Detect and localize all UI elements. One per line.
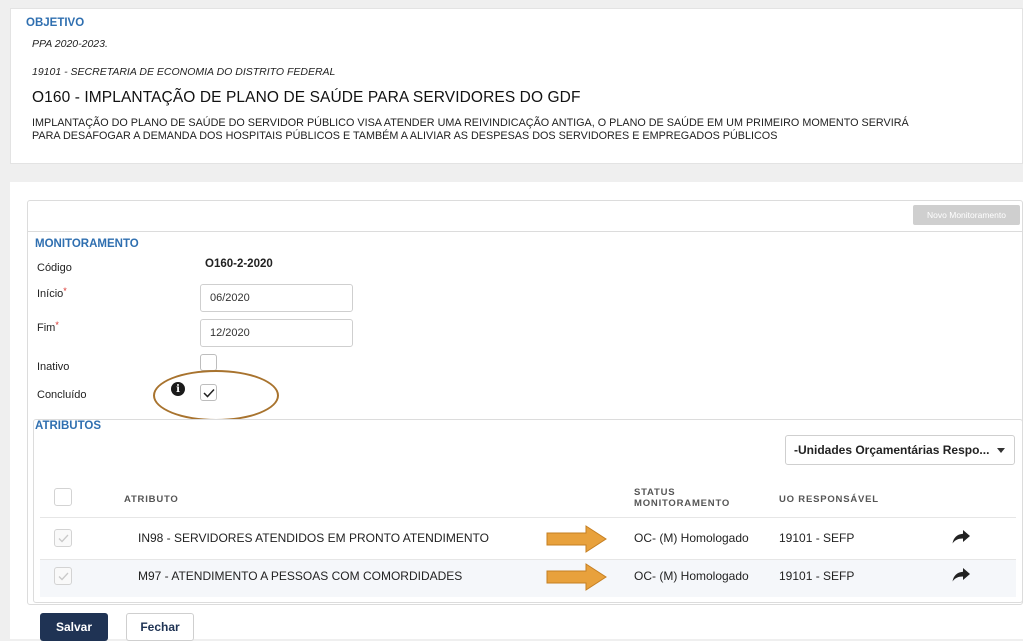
- caret-down-icon: [997, 448, 1005, 453]
- dropdown-selected-value: -Unidades Orçamentárias Respo...: [794, 443, 990, 457]
- checkmark-icon: [58, 534, 68, 542]
- code-label: Código: [37, 262, 72, 274]
- start-label-text: Início: [37, 288, 64, 300]
- highlight-oval-annotation: [153, 370, 279, 421]
- inactive-label: Inativo: [37, 361, 70, 373]
- row-attribute: M97 - ATENDIMENTO A PESSOAS COM COMORDID…: [138, 569, 463, 583]
- start-label: Início*: [37, 286, 67, 300]
- row-checkbox[interactable]: [54, 529, 72, 547]
- row-status: OC- (M) Homologado: [634, 569, 749, 583]
- checkmark-icon: [58, 572, 68, 580]
- ppa-label: PPA 2020-2023.: [32, 38, 108, 50]
- share-arrow-icon[interactable]: [952, 530, 970, 544]
- column-header-uo: UO RESPONSÁVEL: [779, 494, 879, 505]
- row-checkbox[interactable]: [54, 567, 72, 585]
- select-all-checkbox[interactable]: [54, 488, 72, 506]
- end-label: Fim*: [37, 320, 59, 334]
- objective-title: O160 - IMPLANTAÇÃO DE PLANO DE SAÚDE PAR…: [32, 89, 581, 106]
- row-status: OC- (M) Homologado: [634, 531, 749, 545]
- end-date-input[interactable]: 12/2020: [200, 319, 353, 347]
- objective-description-line2: PARA DESAFOGAR A DEMANDA DOS HOSPITAIS P…: [32, 130, 778, 142]
- column-header-status: STATUS MONITORAMENTO: [634, 487, 730, 509]
- end-label-text: Fim: [37, 322, 56, 334]
- attributes-section-title: ATRIBUTOS: [35, 420, 102, 432]
- code-value: O160-2-2020: [205, 258, 273, 270]
- start-date-input[interactable]: 06/2020: [200, 284, 353, 312]
- divider: [28, 231, 1022, 232]
- new-monitoring-button[interactable]: Novo Monitoramento: [913, 205, 1020, 225]
- column-header-status-line1: STATUS: [634, 487, 676, 498]
- required-asterisk: *: [63, 286, 67, 296]
- budget-units-dropdown[interactable]: -Unidades Orçamentárias Respo...: [785, 435, 1015, 465]
- row-attribute: IN98 - SERVIDORES ATENDIDOS EM PRONTO AT…: [138, 531, 489, 545]
- inactive-checkbox[interactable]: [200, 354, 217, 371]
- save-button[interactable]: Salvar: [40, 613, 108, 641]
- objective-section-title: OBJETIVO: [26, 17, 85, 29]
- column-header-attribute: ATRIBUTO: [124, 494, 179, 505]
- concluded-label: Concluído: [37, 389, 87, 401]
- arrow-right-annotation-icon: [546, 525, 607, 553]
- column-header-status-line2: MONITORAMENTO: [634, 498, 731, 509]
- share-arrow-icon[interactable]: [952, 568, 970, 582]
- organ-label: 19101 - SECRETARIA DE ECONOMIA DO DISTRI…: [32, 66, 336, 78]
- row-uo: 19101 - SEFP: [779, 569, 855, 583]
- close-button[interactable]: Fechar: [126, 613, 194, 641]
- required-asterisk: *: [55, 320, 59, 330]
- monitoring-section-title: MONITORAMENTO: [35, 238, 139, 250]
- arrow-right-annotation-icon: [546, 563, 607, 591]
- row-uo: 19101 - SEFP: [779, 531, 855, 545]
- objective-description-line1: IMPLANTAÇÃO DO PLANO DE SAÚDE DO SERVIDO…: [32, 117, 909, 129]
